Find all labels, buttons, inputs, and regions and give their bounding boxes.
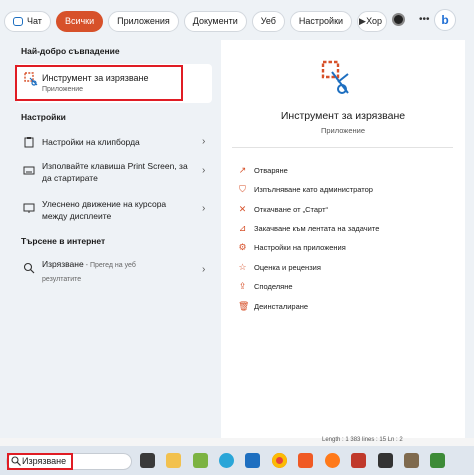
setting-cursor-movement[interactable]: Улеснено движение на курсора между диспл…	[42, 198, 192, 222]
bing-icon: b	[441, 13, 449, 27]
filter-chat[interactable]: Чат	[4, 10, 51, 32]
web-search-heading: Търсене в интернет	[21, 236, 106, 246]
filter-documents-label: Документи	[192, 16, 238, 26]
explorer-icon[interactable]	[166, 453, 181, 468]
action-uninstall[interactable]: 🗑 Деинсталиране	[238, 301, 309, 312]
best-match-heading: Най-добро съвпадение	[21, 46, 120, 56]
status-bar-text: Length : 1 383 lines : 15 Ln : 2	[322, 437, 403, 443]
search-icon	[23, 262, 35, 274]
highlight-search-box	[7, 453, 73, 470]
filter-all[interactable]: Всички	[55, 10, 104, 32]
action-app-settings-label: Настройки на приложения	[254, 243, 346, 252]
notepadpp-icon[interactable]	[193, 453, 208, 468]
vim-icon[interactable]	[430, 453, 445, 468]
app-detail-panel	[221, 40, 465, 438]
chat-bubble-icon	[13, 16, 23, 26]
filter-settings[interactable]: Настройки	[289, 10, 353, 32]
filter-people-label: Хор	[366, 16, 382, 26]
detail-app-type: Приложение	[321, 126, 365, 135]
action-unpin-start-label: Откачване от „Старт“	[254, 205, 328, 214]
highlight-best-match	[15, 65, 183, 101]
setting-clipboard[interactable]: Настройки на клипборда	[42, 136, 192, 148]
settings-heading: Настройки	[21, 112, 66, 122]
snipping-tool-large-icon	[321, 60, 349, 94]
unpin-icon: ✕	[238, 204, 247, 214]
filter-documents[interactable]: Документи	[183, 10, 247, 32]
store-icon[interactable]	[245, 453, 260, 468]
open-icon: ↗	[238, 165, 247, 175]
action-pin-taskbar-label: Закачване към лентата на задачите	[254, 224, 380, 233]
filter-apps[interactable]: Приложения	[108, 10, 179, 32]
star-icon: ☆	[238, 262, 247, 272]
filter-web-label: Уеб	[260, 16, 276, 26]
detail-app-name: Инструмент за изрязване	[280, 110, 406, 122]
chevron-right-icon: ›	[202, 203, 206, 214]
filter-settings-label: Настройки	[298, 16, 344, 26]
filter-all-label: Всички	[64, 16, 95, 26]
share-icon: ⇪	[238, 281, 247, 291]
action-pin-taskbar[interactable]: ⊿ Закачване към лентата на задачите	[238, 223, 380, 234]
action-rate-review[interactable]: ☆ Оценка и рецензия	[238, 262, 321, 273]
admin-shield-icon: ⛉	[239, 184, 246, 194]
app-icon-2[interactable]	[378, 453, 393, 468]
web-result[interactable]: Изрязване - Прегед на уеб резултатите	[42, 258, 152, 286]
avatar[interactable]	[392, 13, 405, 26]
more-options-icon[interactable]: •••	[419, 14, 430, 25]
clipboard-icon	[24, 137, 34, 148]
task-view-icon[interactable]	[140, 453, 155, 468]
chevron-right-icon: ›	[202, 136, 206, 147]
pin-icon: ⊿	[238, 223, 247, 233]
gimp-icon[interactable]	[404, 453, 419, 468]
filter-bar: Чат Всички Приложения Документи Уеб Наст…	[4, 8, 387, 34]
action-share-label: Споделяне	[254, 282, 293, 291]
trash-icon: 🗑	[238, 301, 250, 311]
setting-print-screen[interactable]: Изполвайте клавиша Print Screen, за да с…	[42, 160, 192, 184]
action-uninstall-label: Деинсталиране	[254, 302, 309, 311]
chevron-right-icon: ›	[202, 165, 206, 176]
web-result-query: Изрязване	[42, 259, 84, 269]
keyboard-icon	[23, 166, 35, 175]
action-rate-review-label: Оценка и рецензия	[254, 263, 321, 272]
display-icon	[23, 203, 35, 213]
action-open[interactable]: ↗ Отваряне	[238, 165, 288, 176]
play-icon[interactable]: ▶	[359, 16, 366, 27]
filter-web[interactable]: Уеб	[251, 10, 285, 32]
divider	[232, 147, 453, 148]
action-app-settings[interactable]: ⚙ Настройки на приложения	[238, 242, 346, 253]
action-share[interactable]: ⇪ Споделяне	[238, 281, 293, 292]
bing-chat-button[interactable]: b	[434, 9, 456, 31]
action-unpin-start[interactable]: ✕ Откачване от „Старт“	[238, 204, 328, 215]
edge-icon[interactable]	[219, 453, 234, 468]
app-icon[interactable]	[351, 453, 366, 468]
chevron-right-icon: ›	[202, 264, 206, 275]
filter-chat-label: Чат	[27, 16, 42, 26]
chrome-icon[interactable]	[272, 453, 287, 468]
action-open-label: Отваряне	[254, 166, 288, 175]
action-run-as-admin[interactable]: ⛉ Изпълняване като администратор	[238, 184, 373, 195]
firefox-icon[interactable]	[325, 453, 340, 468]
gear-icon: ⚙	[238, 242, 247, 252]
brave-icon[interactable]	[298, 453, 313, 468]
action-run-as-admin-label: Изпълняване като администратор	[254, 185, 373, 194]
filter-apps-label: Приложения	[117, 16, 170, 26]
